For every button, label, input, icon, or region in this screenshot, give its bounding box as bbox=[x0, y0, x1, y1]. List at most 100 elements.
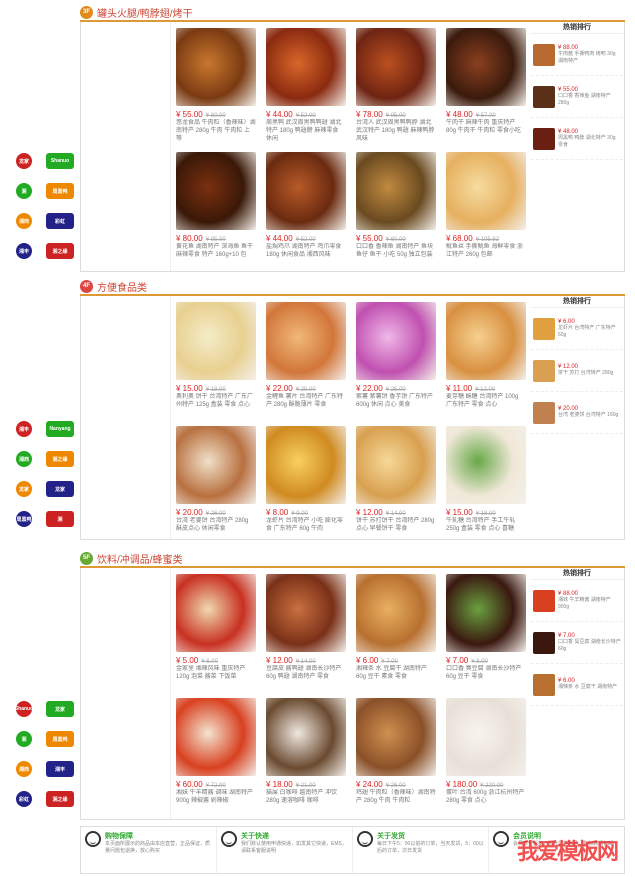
rank-image[interactable] bbox=[533, 673, 555, 696]
rank-item[interactable]: ¥ 88.00 湘妹 牛羊精酱 湖南特产 900g bbox=[531, 580, 623, 622]
floor-title[interactable]: 饮料/冲调品/蜂蜜类 bbox=[97, 551, 183, 566]
brand-logo[interactable]: 周黑鸭 bbox=[16, 511, 32, 527]
product-card[interactable]: ¥ 44.00 ¥ 52.00 周黑鸭 武汉周黑鸭鸭翅 湖北特产 180g 鸭翅膀… bbox=[261, 22, 351, 146]
product-image[interactable] bbox=[176, 302, 256, 380]
product-card[interactable]: ¥ 20.00 ¥ 26.00 台湾 老婆饼 台湾特产 280g 酥皮点心 休闲零… bbox=[171, 420, 261, 544]
product-image[interactable] bbox=[356, 152, 436, 230]
product-card[interactable]: ¥ 12.00 ¥ 14.00 豆腐皮 酱鸭翅 湖南长沙特产 60g 鸭翅 湖南特… bbox=[261, 568, 351, 692]
product-desc[interactable]: 豆腐皮 酱鸭翅 湖南长沙特产 60g 鸭翅 湖南特产 零食 bbox=[266, 665, 346, 689]
product-desc[interactable]: 周黑鸭 武汉周黑鸭鸭翅 湖北特产 180g 鸭翅膀 麻辣零食 休闲 bbox=[266, 119, 346, 143]
rank-image[interactable] bbox=[533, 43, 555, 66]
product-image[interactable] bbox=[266, 302, 346, 380]
rank-text[interactable]: 湘辣条 水 豆腐干 湖南特产 bbox=[558, 684, 617, 691]
rank-text[interactable]: 饼干 苏打 台湾特产 280g bbox=[558, 370, 613, 377]
rank-text[interactable]: 口口香 香辣鱼 湖南特产 280g bbox=[558, 93, 621, 107]
rank-image[interactable] bbox=[533, 401, 555, 424]
brand-logo[interactable]: 湘 bbox=[16, 183, 32, 199]
product-card[interactable]: ¥ 18.00 ¥ 21.00 猫屎 白咖啡 越南特产 冲饮 280g 速溶咖啡 … bbox=[261, 692, 351, 816]
brand-logo[interactable]: 湘西 bbox=[16, 761, 32, 777]
rank-item[interactable]: ¥ 6.00 湘辣条 水 豆腐干 湖南特产 bbox=[531, 664, 623, 706]
brand-logo[interactable]: Nanyang bbox=[46, 421, 74, 437]
brand-logo[interactable]: Shanuo bbox=[15, 701, 33, 717]
brand-logo[interactable]: Shanuo bbox=[46, 153, 74, 169]
product-desc[interactable]: 麦芽糖 酥糖 台湾特产 100g 广东特产 零食 点心 bbox=[446, 393, 526, 417]
product-desc[interactable]: 悠龙食品 牛肉粒（香辣味）湖南特产 280g 牛肉 牛肉粒 上等 bbox=[176, 119, 256, 143]
product-desc[interactable]: 台湾人 武汉周黑鸭鸭脖 湖北武汉特产 180g 鸭翅 麻辣鸭脖 风味 bbox=[356, 119, 436, 143]
product-card[interactable]: ¥ 15.00 ¥ 18.00 奥利奥 饼干 台湾特产 广东广州特产 125g 盒… bbox=[171, 296, 261, 420]
product-desc[interactable]: 鸡翅 牛肉粒（香辣味）湖南特产 280g 牛肉 牛肉粒 bbox=[356, 789, 436, 813]
rank-text[interactable]: 龙虾片 台湾特产 广东特产 60g bbox=[558, 325, 621, 339]
product-card[interactable]: ¥ 80.00 ¥ 95.00 黄花鱼 湖南特产 深海鱼 鱼干 麻辣零食 特产 1… bbox=[171, 146, 261, 270]
product-desc[interactable]: 黄花鱼 湖南特产 深海鱼 鱼干 麻辣零食 特产 160g+10 包 bbox=[176, 243, 256, 267]
product-desc[interactable]: 饼干 苏打饼干 台湾特产 280g 点心 早餐饼干 零食 bbox=[356, 517, 436, 541]
rank-item[interactable]: ¥ 7.00 口口香 臭豆腐 湖南长沙特产 60g bbox=[531, 622, 623, 664]
brand-logo[interactable]: 湘丰 bbox=[16, 243, 32, 259]
rank-image[interactable] bbox=[533, 127, 555, 150]
brand-logo[interactable]: 龙家 bbox=[16, 481, 32, 497]
brand-logo[interactable]: 龙家 bbox=[46, 481, 74, 497]
product-card[interactable]: ¥ 11.00 ¥ 12.00 麦芽糖 酥糖 台湾特产 100g 广东特产 零食 … bbox=[441, 296, 531, 420]
rank-text[interactable]: 台湾 老婆饼 台湾特产 160g bbox=[558, 412, 618, 419]
product-card[interactable]: ¥ 180.00 ¥ 220.00 蛋叶 台湾 600g 浙江杭州特产 280g … bbox=[441, 692, 531, 816]
rank-image[interactable] bbox=[533, 359, 555, 382]
product-image[interactable] bbox=[446, 28, 526, 106]
product-card[interactable]: ¥ 60.00 ¥ 72.00 湘妹 牛羊精酱 调味 湖南特产 900g 辣椒酱 … bbox=[171, 692, 261, 816]
product-image[interactable] bbox=[446, 302, 526, 380]
product-card[interactable]: ¥ 78.00 ¥ 95.00 台湾人 武汉周黑鸭鸭脖 湖北武汉特产 180g 鸭… bbox=[351, 22, 441, 146]
product-card[interactable]: ¥ 55.00 ¥ 60.00 口口香 香辣鱼 湖南特产 鱼块 鱼仔 鱼干 小吃 … bbox=[351, 146, 441, 270]
product-card[interactable]: ¥ 12.00 ¥ 14.00 饼干 苏打饼干 台湾特产 280g 点心 早餐饼干… bbox=[351, 420, 441, 544]
product-image[interactable] bbox=[266, 152, 346, 230]
brand-logo[interactable]: 周黑鸭 bbox=[46, 731, 74, 747]
brand-logo[interactable]: 湘西 bbox=[16, 451, 32, 467]
product-desc[interactable]: 紫薯 紫薯饼 香芋饼 广东特产 600g 休闲 点心 美食 bbox=[356, 393, 436, 417]
product-desc[interactable]: 湘妹 牛羊精酱 调味 湖南特产 900g 辣椒酱 剁辣椒 bbox=[176, 789, 256, 813]
product-desc[interactable]: 湘辣条 水 豆腐干 湖南特产 60g 豆干 素食 零食 bbox=[356, 665, 436, 689]
product-image[interactable] bbox=[446, 574, 526, 652]
product-image[interactable] bbox=[356, 302, 436, 380]
rank-item[interactable]: ¥ 20.00 台湾 老婆饼 台湾特产 160g bbox=[531, 392, 623, 434]
product-desc[interactable]: 龙虾片 台湾特产 小吃 膨化零食 广东特产 60g 牛肉 bbox=[266, 517, 346, 541]
product-desc[interactable]: 猫屎 白咖啡 越南特产 冲饮 280g 速溶咖啡 咖啡 bbox=[266, 789, 346, 813]
product-desc[interactable]: 台湾 老婆饼 台湾特产 280g 酥皮点心 休闲零食 bbox=[176, 517, 256, 541]
product-desc[interactable]: 牛肉干 麻辣牛肉 重庆特产 80g 牛肉干 牛肉粒 零食小吃 bbox=[446, 119, 526, 143]
product-card[interactable]: ¥ 55.00 ¥ 80.00 悠龙食品 牛肉粒（香辣味）湖南特产 280g 牛肉… bbox=[171, 22, 261, 146]
brand-logo[interactable]: 湘 bbox=[16, 731, 32, 747]
rank-image[interactable] bbox=[533, 85, 555, 108]
brand-logo[interactable]: 彩虹 bbox=[46, 213, 74, 229]
product-image[interactable] bbox=[446, 698, 526, 776]
product-desc[interactable]: 盐焗鸡爪 湖南特产 鸡爪零食 180g 休闲食品 湘西风味 bbox=[266, 243, 346, 267]
brand-logo[interactable]: 湘之缘 bbox=[46, 791, 74, 807]
product-desc[interactable]: 鱿鱼丝 手撕鱿鱼 海鲜零食 浙江特产 260g 包邮 bbox=[446, 243, 526, 267]
product-desc[interactable]: 金鲤鱼 薯片 台湾特产 广东特产 280g 酥脆薄片 零食 bbox=[266, 393, 346, 417]
product-image[interactable] bbox=[266, 426, 346, 504]
product-card[interactable]: ¥ 44.00 ¥ 52.00 盐焗鸡爪 湖南特产 鸡爪零食 180g 休闲食品 … bbox=[261, 146, 351, 270]
product-desc[interactable]: 口口香 臭豆腐 湖南长沙特产 60g 豆干 零食 bbox=[446, 665, 526, 689]
rank-image[interactable] bbox=[533, 631, 555, 654]
product-image[interactable] bbox=[356, 28, 436, 106]
product-image[interactable] bbox=[266, 574, 346, 652]
product-image[interactable] bbox=[446, 152, 526, 230]
brand-logo[interactable]: 湘西 bbox=[16, 213, 32, 229]
product-card[interactable]: ¥ 68.00 ¥ 105.82 鱿鱼丝 手撕鱿鱼 海鲜零食 浙江特产 260g … bbox=[441, 146, 531, 270]
brand-logo[interactable]: 湘丰 bbox=[16, 421, 32, 437]
rank-text[interactable]: 口口香 臭豆腐 湖南长沙特产 60g bbox=[558, 639, 621, 653]
product-desc[interactable]: 金家里 湘辣风味 重庆特产 120g 泡菜 酱菜 下饭菜 bbox=[176, 665, 256, 689]
product-card[interactable]: ¥ 8.00 ¥ 9.00 龙虾片 台湾特产 小吃 膨化零食 广东特产 60g 牛… bbox=[261, 420, 351, 544]
rank-image[interactable] bbox=[533, 589, 555, 612]
rank-item[interactable]: ¥ 88.00 牛肉酱 手撕鸭肉 烤鸭 30g 湖南特产 bbox=[531, 34, 623, 76]
floor-title[interactable]: 罐头火腿/鸭脖翅/烤干 bbox=[97, 5, 193, 20]
product-image[interactable] bbox=[446, 426, 526, 504]
product-desc[interactable]: 蛋叶 台湾 600g 浙江杭州特产 280g 零食 点心 bbox=[446, 789, 526, 813]
brand-logo[interactable]: 湘之缘 bbox=[46, 451, 74, 467]
rank-item[interactable]: ¥ 48.00 周黑鸭 鸭脖 湖北特产 30g 零食 bbox=[531, 118, 623, 160]
product-card[interactable]: ¥ 5.00 ¥ 6.00 金家里 湘辣风味 重庆特产 120g 泡菜 酱菜 下饭… bbox=[171, 568, 261, 692]
brand-logo[interactable]: 湘丰 bbox=[46, 761, 74, 777]
product-card[interactable]: ¥ 22.00 ¥ 25.00 紫薯 紫薯饼 香芋饼 广东特产 600g 休闲 点… bbox=[351, 296, 441, 420]
brand-logo[interactable]: 湘 bbox=[46, 511, 74, 527]
rank-text[interactable]: 牛肉酱 手撕鸭肉 烤鸭 30g 湖南特产 bbox=[558, 51, 621, 65]
product-image[interactable] bbox=[266, 28, 346, 106]
rank-item[interactable]: ¥ 6.00 龙虾片 台湾特产 广东特产 60g bbox=[531, 308, 623, 350]
brand-logo[interactable]: 湘之缘 bbox=[46, 243, 74, 259]
rank-image[interactable] bbox=[533, 317, 555, 340]
rank-text[interactable]: 周黑鸭 鸭脖 湖北特产 30g 零食 bbox=[558, 135, 621, 149]
